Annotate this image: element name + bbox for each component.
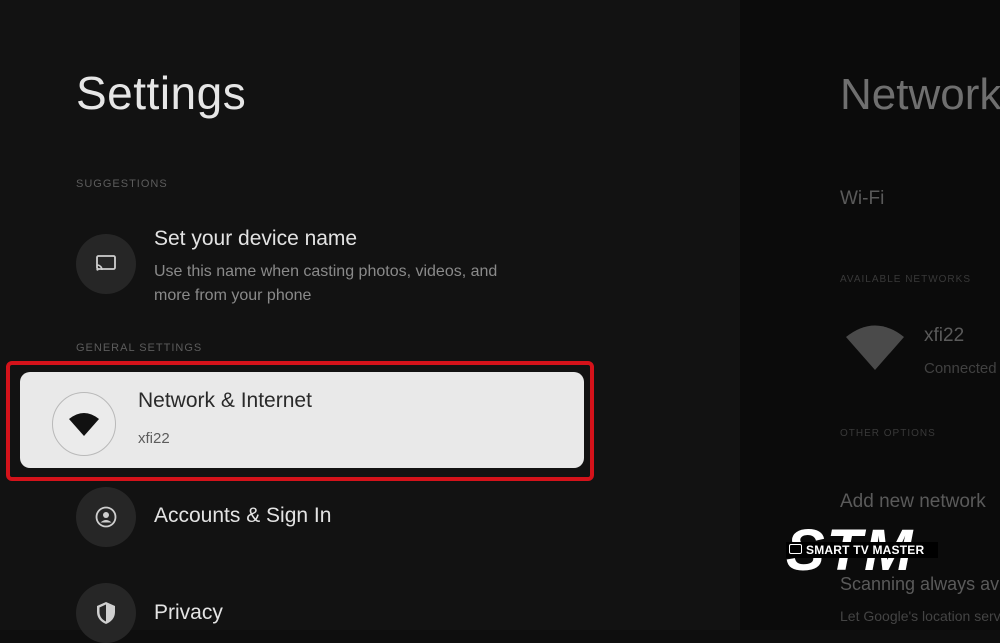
page-title: Settings	[76, 67, 247, 119]
available-networks-label: AVAILABLE NETWORKS	[840, 274, 971, 285]
wifi-icon	[844, 322, 906, 377]
watermark-tagline: SMART TV MASTER	[806, 543, 925, 557]
account-icon	[76, 487, 136, 547]
tv-icon	[789, 544, 802, 554]
network-panel-title: Network	[840, 70, 1000, 119]
suggestion-title: Set your device name	[154, 227, 358, 250]
network-name: xfi22	[924, 325, 965, 346]
wifi-icon	[52, 392, 116, 456]
shield-icon	[76, 583, 136, 643]
add-new-network-button[interactable]: Add new network	[840, 491, 986, 513]
connected-network-name: xfi22	[138, 430, 170, 447]
wifi-toggle-label[interactable]: Wi-Fi	[840, 188, 884, 210]
other-options-label: OTHER OPTIONS	[840, 428, 936, 439]
menu-item-network-internet[interactable]: Network & Internet xfi22	[20, 372, 584, 468]
general-settings-section-label: GENERAL SETTINGS	[76, 342, 203, 354]
watermark-band: SMART TV MASTER	[786, 542, 938, 558]
cast-icon	[76, 234, 136, 294]
menu-item-label: Accounts & Sign In	[154, 504, 332, 527]
scanning-description: Let Google's location service...	[840, 608, 1000, 624]
menu-item-label: Privacy	[154, 601, 223, 624]
settings-panel: Settings SUGGESTIONS Set your device nam…	[0, 0, 740, 643]
menu-item-label: Network & Internet	[138, 389, 312, 412]
suggestion-description: Use this name when casting photos, video…	[154, 263, 498, 304]
smart-tv-master-watermark: STM SMART TV MASTER	[786, 520, 938, 582]
network-status: Connected	[924, 360, 997, 377]
suggestions-section-label: SUGGESTIONS	[76, 178, 168, 190]
